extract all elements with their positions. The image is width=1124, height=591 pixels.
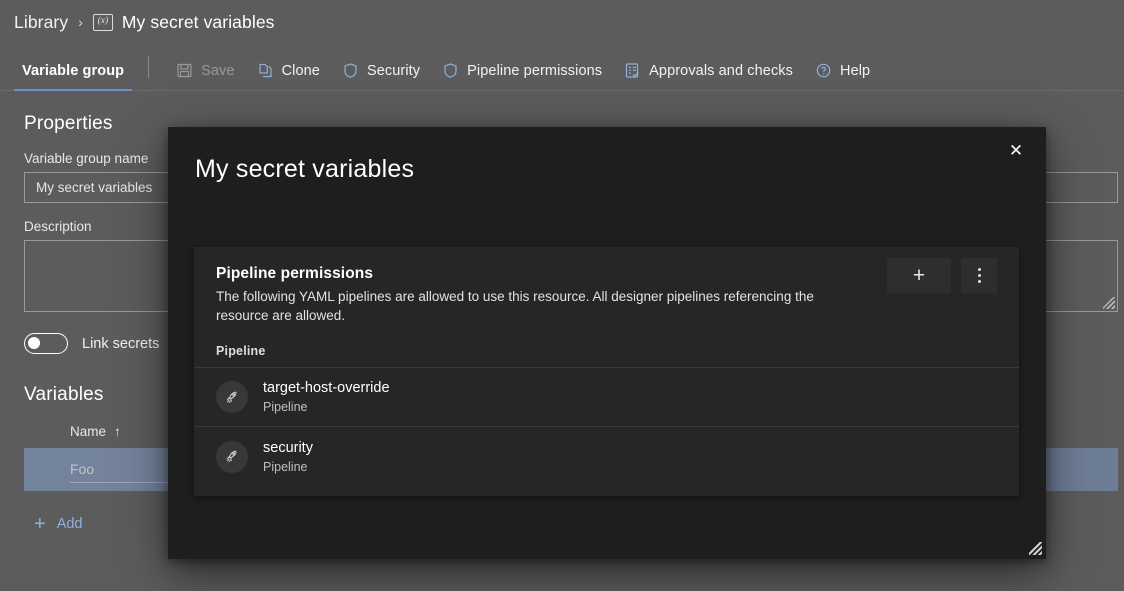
help-button[interactable]: Help (804, 62, 881, 91)
list-item[interactable]: security Pipeline (194, 427, 1019, 486)
pipeline-permissions-dialog: ✕ My secret variables Pipeline permissio… (168, 127, 1046, 559)
rocket-icon (216, 381, 248, 414)
security-label: Security (366, 62, 421, 79)
shield-icon (342, 62, 359, 79)
save-label: Save (201, 62, 235, 79)
help-circle-icon (815, 62, 832, 79)
save-button[interactable]: Save (165, 62, 245, 91)
pipeline-column-header: Pipeline (194, 325, 1019, 369)
resize-grip-icon[interactable] (1103, 297, 1115, 309)
approvals-and-checks-button[interactable]: Approvals and checks (613, 62, 804, 91)
clone-icon (257, 62, 274, 79)
more-options-button[interactable] (961, 258, 997, 293)
pipeline-name: security (263, 439, 313, 456)
breadcrumb: Library › (x) My secret variables (0, 0, 1124, 44)
card-title: Pipeline permissions (216, 265, 374, 282)
help-label: Help (840, 62, 871, 79)
pipeline-type: Pipeline (263, 400, 308, 415)
add-variable-label: Add (56, 516, 83, 532)
pipeline-permissions-button[interactable]: Pipeline permissions (431, 62, 613, 91)
plus-icon: + (34, 513, 46, 535)
clone-label: Clone (281, 62, 320, 79)
more-vertical-icon (977, 268, 981, 283)
pipeline-type: Pipeline (263, 459, 308, 474)
clone-button[interactable]: Clone (246, 62, 331, 91)
approvals-and-checks-label: Approvals and checks (649, 62, 793, 79)
column-name-label: Name (70, 424, 107, 439)
save-icon (176, 62, 193, 79)
breadcrumb-separator: › (78, 14, 83, 30)
card-actions: + (887, 258, 997, 293)
toolbar: Variable group Save Clone Security Pipel… (0, 44, 1124, 91)
pipeline-name: target-host-override (263, 380, 390, 397)
link-secrets-toggle[interactable] (24, 333, 68, 354)
rocket-icon (216, 440, 248, 473)
tab-variable-group[interactable]: Variable group (14, 63, 133, 91)
link-secrets-label: Link secrets (82, 335, 160, 352)
list-item[interactable]: target-host-override Pipeline (194, 368, 1019, 428)
card-description: The following YAML pipelines are allowed… (216, 289, 814, 323)
checklist-icon (624, 62, 641, 79)
pipeline-permissions-card: Pipeline permissions The following YAML … (194, 247, 1019, 496)
dialog-resize-grip-icon[interactable] (1029, 542, 1042, 555)
dialog-title: My secret variables (195, 155, 415, 183)
security-button[interactable]: Security (331, 62, 431, 91)
shield-icon (442, 62, 459, 79)
close-icon[interactable]: ✕ (1000, 135, 1032, 167)
toolbar-divider (148, 56, 150, 78)
sort-ascending-icon: ↑ (114, 424, 121, 439)
breadcrumb-link-library[interactable]: Library (14, 12, 68, 33)
variable-group-name-value: My secret variables (36, 180, 153, 195)
pipeline-permissions-label: Pipeline permissions (467, 62, 603, 79)
add-pipeline-button[interactable]: + (887, 258, 951, 293)
card-header: Pipeline permissions The following YAML … (194, 247, 1019, 325)
variable-group-icon: (x) (92, 13, 113, 31)
page-title: My secret variables (121, 11, 275, 32)
